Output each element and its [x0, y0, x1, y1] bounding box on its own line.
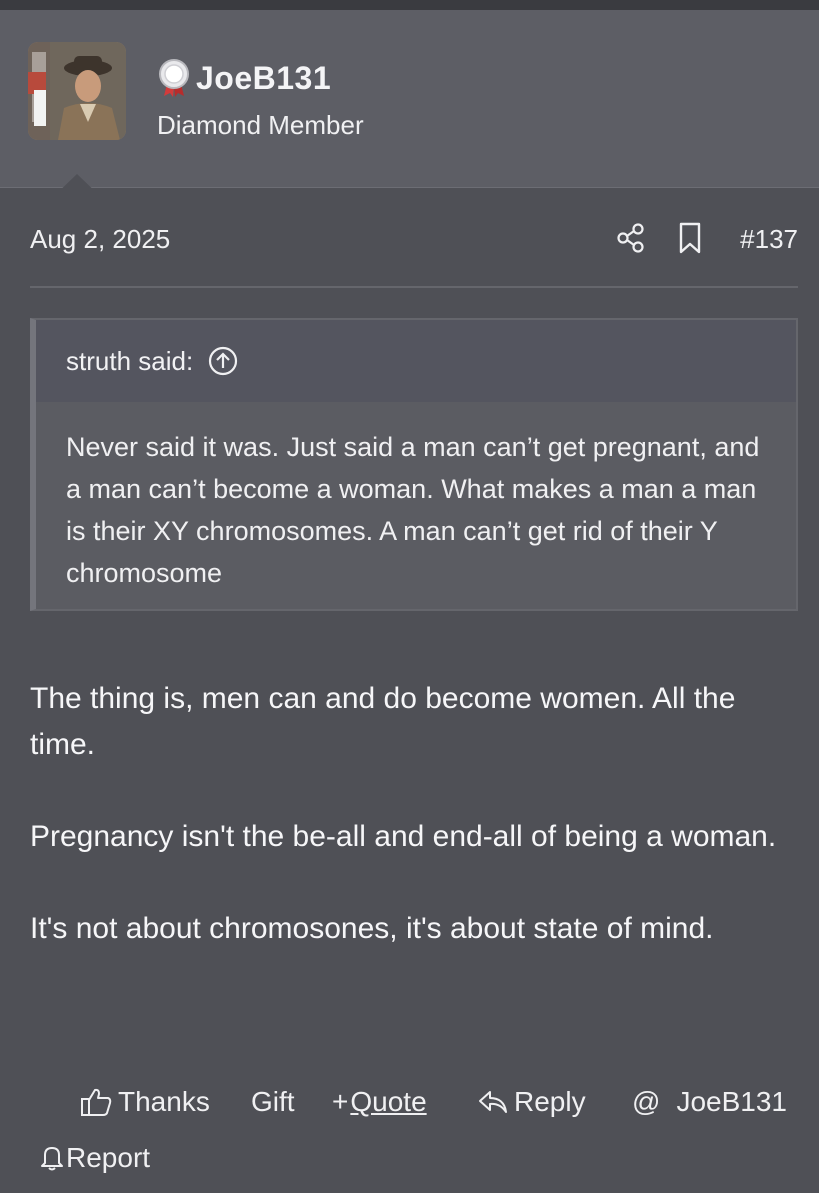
post-number[interactable]: #137	[740, 224, 798, 255]
quote-label: Quote	[350, 1086, 427, 1117]
top-bar	[0, 0, 819, 10]
post-paragraph: It's not about chromosones, it's about s…	[30, 912, 714, 945]
post-date[interactable]: Aug 2, 2025	[30, 224, 170, 255]
mention-label: JoeB131	[676, 1086, 787, 1117]
bell-icon	[41, 1147, 63, 1171]
at-icon: @	[632, 1086, 661, 1117]
divider	[30, 286, 798, 288]
quote-author: struth said:	[66, 345, 194, 376]
quote-text: Never said it was. Just said a man can’t…	[66, 432, 760, 588]
quote-block: struth said: Never said it was. Just sai…	[30, 318, 798, 611]
bookmark-icon[interactable]	[678, 222, 702, 254]
avatar[interactable]	[28, 42, 126, 140]
gift-button[interactable]: Gift	[251, 1080, 295, 1124]
quote-plus: +	[332, 1086, 349, 1117]
share-icon[interactable]	[616, 222, 646, 254]
post-paragraph: The thing is, men can and do become wome…	[30, 682, 736, 761]
username[interactable]: JoeB131	[196, 60, 331, 97]
mention-button[interactable]: @ JoeB131	[632, 1080, 787, 1124]
header-pointer	[52, 174, 102, 198]
post-actions: Thanks Gift + Quote Reply @ JoeB131	[0, 1080, 819, 1130]
reply-label: Reply	[514, 1086, 586, 1117]
quote-button[interactable]: + Quote	[332, 1080, 427, 1124]
quote-header: struth said:	[36, 320, 796, 402]
gift-label: Gift	[251, 1086, 295, 1117]
report-label: Report	[66, 1142, 151, 1173]
post-meta: Aug 2, 2025 #137	[30, 222, 798, 258]
report-button[interactable]: Report	[38, 1142, 150, 1174]
reply-icon	[479, 1091, 507, 1113]
post-paragraph: Pregnancy isn't the be-all and end-all o…	[30, 820, 777, 853]
user-header: JoeB131 Diamond Member	[0, 10, 819, 198]
post-body: The thing is, men can and do become wome…	[30, 676, 800, 998]
username-row: JoeB131	[156, 58, 331, 98]
thanks-label: Thanks	[118, 1086, 210, 1117]
user-title: Diamond Member	[157, 110, 364, 140]
thanks-button[interactable]: Thanks	[80, 1080, 210, 1124]
medal-icon	[159, 59, 189, 97]
arrow-up-circle-icon[interactable]	[207, 345, 239, 377]
thumbs-up-icon	[81, 1088, 112, 1116]
reply-button[interactable]: Reply	[476, 1080, 586, 1124]
